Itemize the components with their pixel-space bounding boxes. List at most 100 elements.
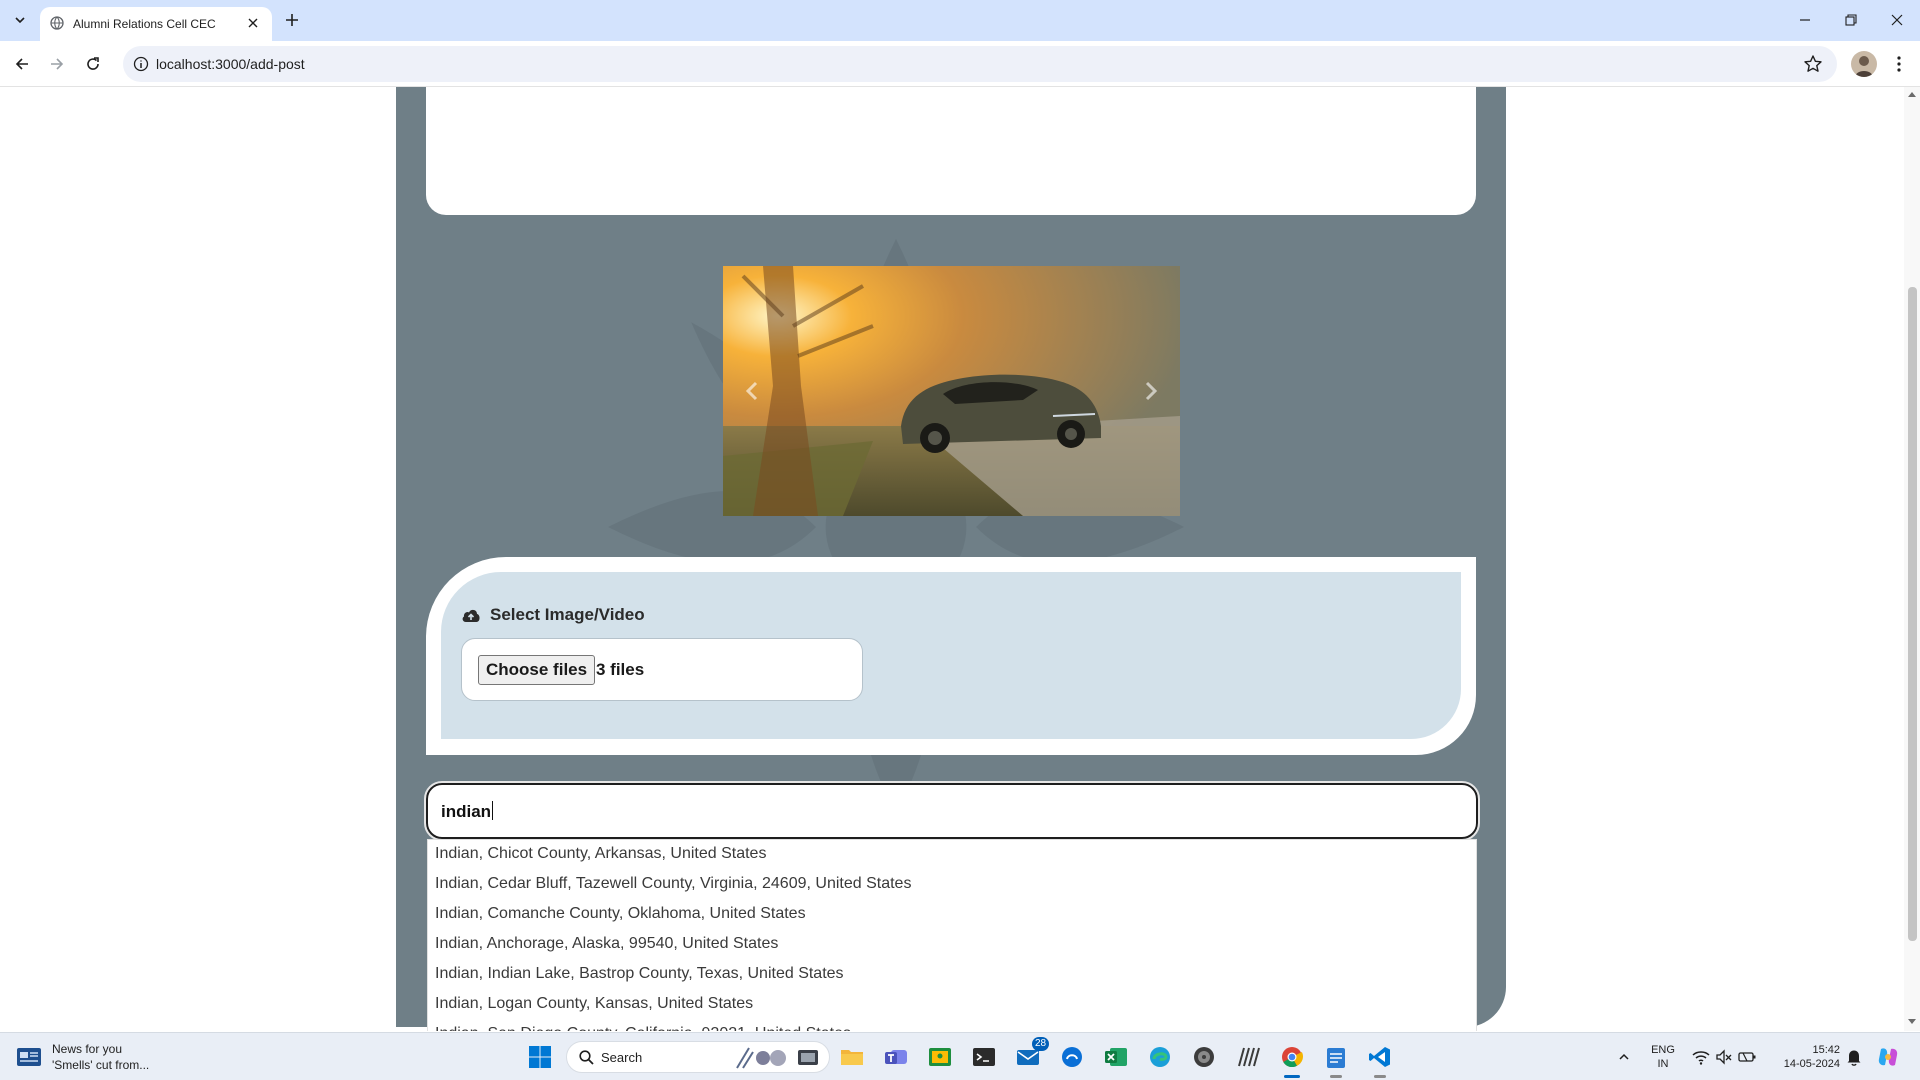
language-line1: ENG [1651,1044,1675,1056]
windows-taskbar: News for you 'Smells' cut from... Search… [0,1032,1920,1080]
scroll-up-arrow-icon[interactable] [1908,92,1916,97]
forward-button[interactable] [43,50,71,78]
bell-icon [1847,1050,1861,1066]
arrow-right-icon [51,58,64,70]
scroll-thumb[interactable] [1908,287,1917,941]
running-indicator [1330,1075,1342,1078]
folder-icon [841,1050,863,1065]
cloud-upload-icon [462,609,480,622]
chevron-up-icon [1619,1053,1629,1060]
browser-toolbar: localhost:3000/add-post [0,41,1920,87]
clock[interactable]: 15:42 14-05-2024 [1770,1043,1840,1071]
show-hidden-icons-button[interactable] [1608,1041,1640,1073]
close-icon [248,18,258,28]
stripes-app-button[interactable] [1232,1041,1264,1073]
chevron-right-icon [1145,381,1158,401]
car-photo-image [723,266,1180,516]
mail-badge: 28 [1032,1037,1050,1051]
address-bar[interactable]: localhost:3000/add-post [123,46,1837,82]
app-icon [1062,1047,1082,1067]
location-suggestions-dropdown: Indian, Chicot County, Arkansas, United … [427,839,1477,1031]
classroom-button[interactable] [924,1041,956,1073]
suggestion-item[interactable]: Indian, San Diego County, California, 92… [428,1020,1476,1031]
media-app-button[interactable] [1188,1041,1220,1073]
notifications-button[interactable] [1838,1041,1870,1073]
star-icon[interactable] [1803,54,1823,74]
edge-icon [1150,1047,1170,1067]
suggestion-item[interactable]: Indian, Indian Lake, Bastrop County, Tex… [428,960,1476,990]
excel-button[interactable] [1100,1041,1132,1073]
news-title: News for you [52,1042,123,1056]
taskbar-search[interactable]: Search [566,1041,830,1073]
tab-search-button[interactable] [8,8,32,32]
vscode-button[interactable] [1364,1041,1396,1078]
text-caret [492,801,494,820]
globe-icon [50,16,64,30]
carousel-prev-button[interactable] [737,376,767,406]
suggestion-item[interactable]: Indian, Cedar Bluff, Tazewell County, Vi… [428,870,1476,900]
terminal-button[interactable] [968,1041,1000,1073]
scroll-down-arrow-icon[interactable] [1908,1019,1916,1024]
file-input[interactable]: Choose files 3 files [461,638,863,701]
new-tab-button[interactable] [280,8,304,32]
post-description-textarea[interactable] [426,87,1476,215]
edge-button[interactable] [1144,1041,1176,1073]
minimize-icon [1800,19,1810,21]
clock-time: 15:42 [1812,1044,1840,1056]
battery-icon [1738,1052,1756,1062]
start-button[interactable] [524,1041,556,1073]
notepad-button[interactable] [1320,1041,1352,1078]
stripes-icon [1238,1047,1260,1067]
vscode-icon [1369,1047,1390,1067]
news-icon [17,1048,41,1066]
tab-strip: Alumni Relations Cell CEC [0,0,1920,41]
language-line2: IN [1657,1058,1669,1070]
choose-files-button[interactable]: Choose files [478,655,596,685]
close-icon [1891,14,1903,26]
person-icon [1855,56,1873,77]
suggestion-item[interactable]: Indian, Anchorage, Alaska, 99540, United… [428,930,1476,960]
clock-date: 14-05-2024 [1783,1058,1840,1070]
teams-button[interactable] [880,1041,912,1073]
task-view-button[interactable] [792,1041,824,1073]
news-widget[interactable]: News for you 'Smells' cut from... [16,1041,149,1073]
info-icon[interactable] [133,56,149,72]
location-search-input[interactable]: indian [424,781,1480,841]
file-count-text: 3 files [596,660,645,679]
image-carousel[interactable] [723,266,1180,516]
quick-settings-button[interactable] [1684,1041,1764,1073]
carousel-next-button[interactable] [1136,376,1166,406]
location-input-value: indian [441,801,494,822]
profile-avatar[interactable] [1851,51,1877,77]
file-explorer-button[interactable] [836,1041,868,1073]
store-button[interactable] [1056,1041,1088,1073]
reload-button[interactable] [79,50,107,78]
reload-icon [87,57,99,70]
back-button[interactable] [8,50,36,78]
mail-button[interactable]: 28 [1012,1037,1050,1073]
news-subtitle: 'Smells' cut from... [52,1058,150,1072]
chrome-button[interactable] [1276,1041,1308,1078]
suggestion-item[interactable]: Indian, Chicot County, Arkansas, United … [428,840,1476,870]
suggestion-item[interactable]: Indian, Comanche County, Oklahoma, Unite… [428,900,1476,930]
suggestion-item[interactable]: Indian, Logan County, Kansas, United Sta… [428,990,1476,1020]
excel-icon [1105,1048,1127,1066]
minimize-button[interactable] [1782,0,1828,40]
tab-close-button[interactable] [243,13,263,33]
page-scrollbar[interactable] [1904,87,1920,1031]
disc-icon [1194,1047,1214,1067]
copilot-button[interactable] [1872,1041,1904,1073]
upload-section: Select Image/Video Choose files 3 files [426,557,1476,755]
restore-icon [1845,14,1857,26]
teams-icon [885,1050,907,1064]
plus-icon [286,14,298,26]
browser-menu-button[interactable] [1886,51,1912,77]
upload-panel: Select Image/Video Choose files 3 files [441,572,1461,739]
search-highlight-icon [736,1047,786,1069]
language-indicator[interactable]: ENG IN [1648,1043,1678,1071]
restore-button[interactable] [1828,0,1874,40]
url-text[interactable]: localhost:3000/add-post [156,56,305,72]
close-window-button[interactable] [1874,0,1920,40]
location-input-text: indian [441,802,492,821]
browser-tab-active[interactable]: Alumni Relations Cell CEC [40,7,272,41]
